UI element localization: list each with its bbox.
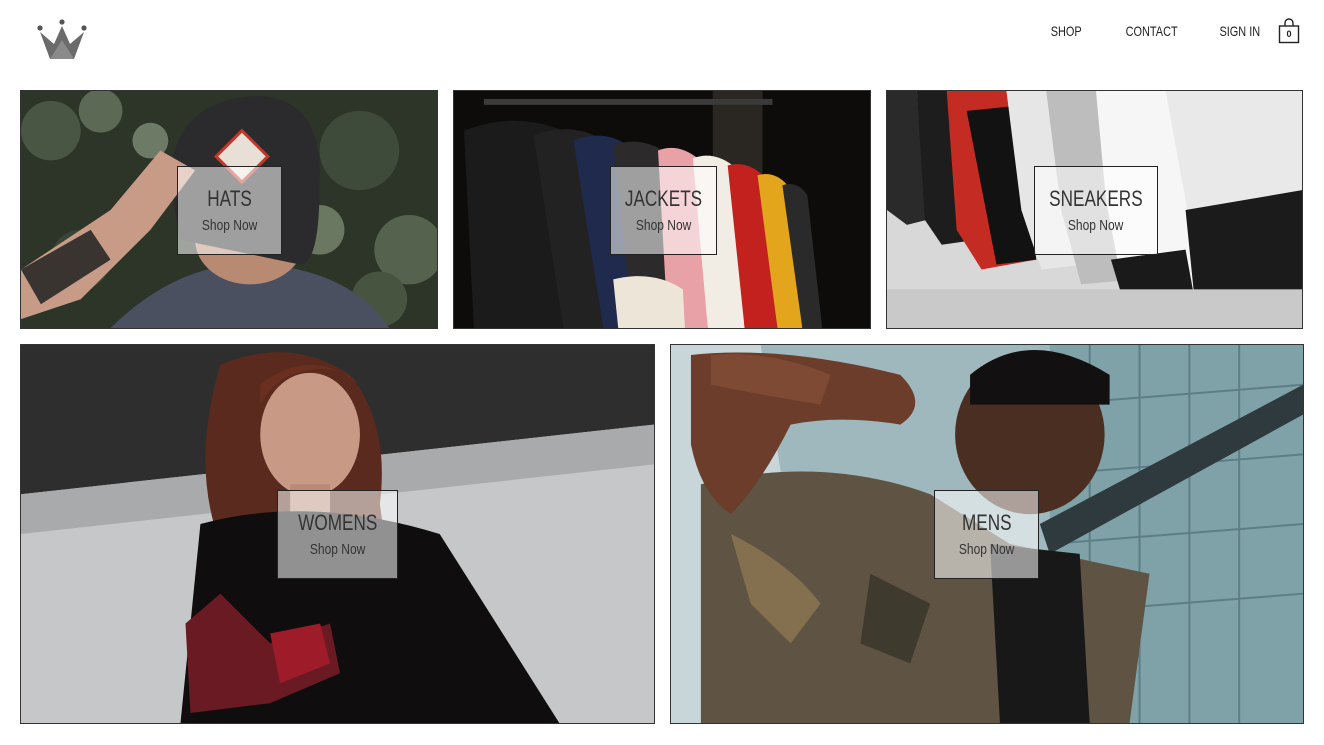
site-header: SHOP CONTACT SIGN IN 0 [0,0,1324,80]
mens-title: MENS [961,509,1012,535]
jackets-shop-now-link[interactable]: Shop Now [636,216,691,236]
category-tile-hats[interactable]: HATS Shop Now [20,90,438,329]
jackets-title: JACKETS [624,185,703,211]
womens-title: WOMENS [297,509,378,535]
jackets-label-box[interactable]: JACKETS Shop Now [610,166,717,255]
category-tile-jackets[interactable]: JACKETS Shop Now [453,90,871,329]
hats-shop-now-link[interactable]: Shop Now [202,216,257,236]
cart-button[interactable]: 0 [1278,18,1300,44]
nav-sign-in-link[interactable]: SIGN IN [1219,23,1260,39]
womens-label-box[interactable]: WOMENS Shop Now [277,490,398,579]
category-tile-womens[interactable]: WOMENS Shop Now [20,344,655,724]
sneakers-shop-now-link[interactable]: Shop Now [1068,216,1123,236]
sneakers-label-box[interactable]: SNEAKERS Shop Now [1034,166,1158,255]
cart-count: 0 [1286,29,1292,39]
nav-shop-link[interactable]: SHOP [1050,23,1081,39]
hats-title: HATS [207,185,252,211]
nav-contact-link[interactable]: CONTACT [1126,23,1178,39]
category-tile-sneakers[interactable]: SNEAKERS Shop Now [886,90,1303,329]
category-tile-mens[interactable]: MENS Shop Now [670,344,1304,724]
main-nav: SHOP CONTACT SIGN IN 0 [1042,16,1300,46]
hats-label-box[interactable]: HATS Shop Now [177,166,282,255]
mens-shop-now-link[interactable]: Shop Now [959,540,1014,560]
crown-logo-icon[interactable] [36,18,88,60]
mens-label-box[interactable]: MENS Shop Now [934,490,1039,579]
sneakers-title: SNEAKERS [1049,185,1143,211]
womens-shop-now-link[interactable]: Shop Now [310,540,365,560]
